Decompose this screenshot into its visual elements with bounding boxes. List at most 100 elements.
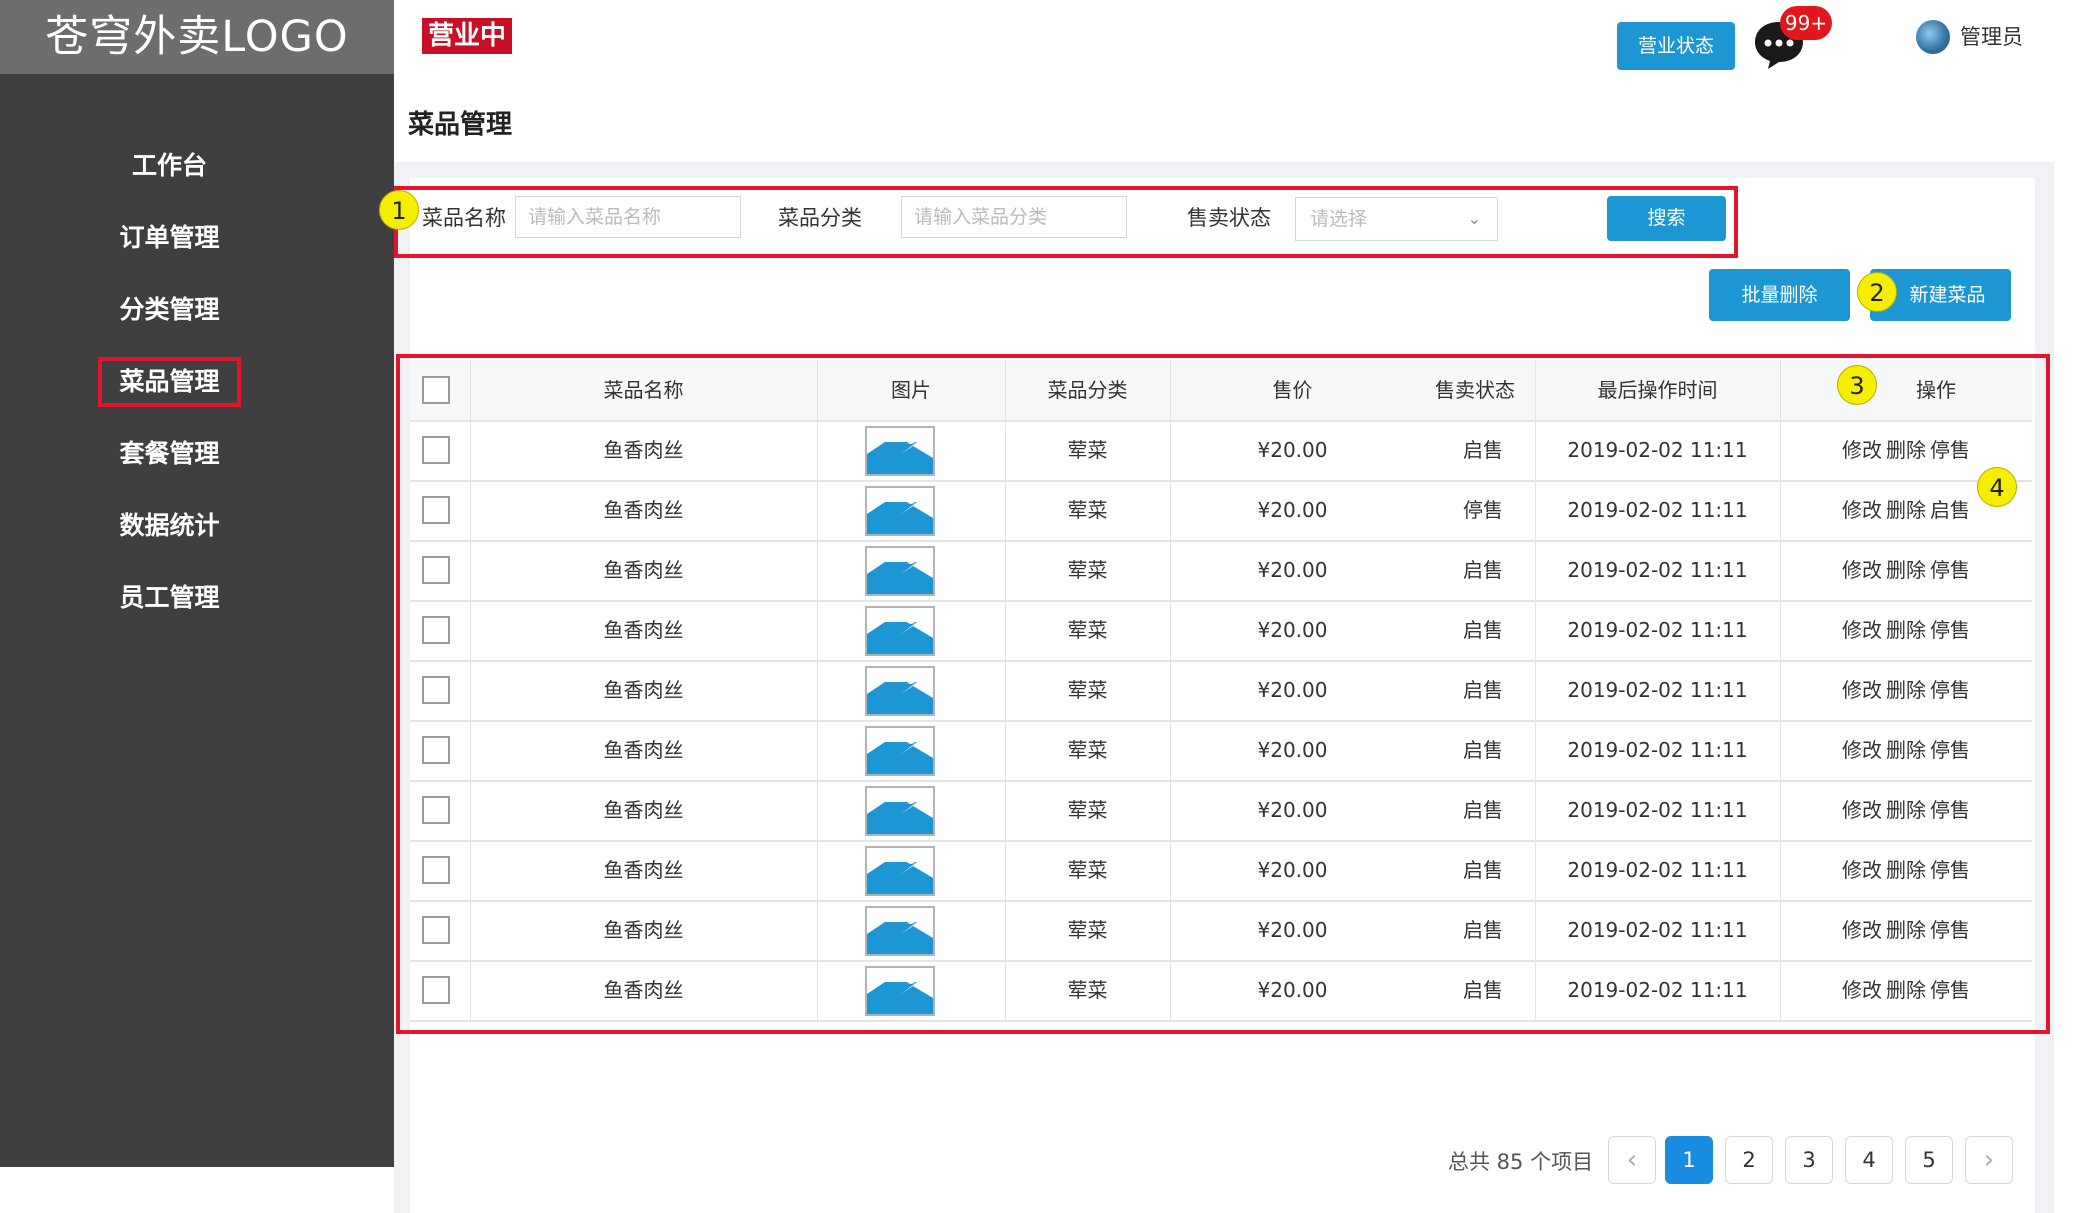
- page-5-button[interactable]: 5: [1905, 1136, 1953, 1184]
- edit-link[interactable]: 修改: [1842, 678, 1882, 702]
- edit-link[interactable]: 修改: [1842, 918, 1882, 942]
- row-checkbox[interactable]: [422, 616, 450, 644]
- price-cell: ¥20.00: [1257, 438, 1328, 462]
- toggle-sale-link[interactable]: 停售: [1930, 618, 1970, 642]
- delete-link[interactable]: 删除: [1886, 498, 1926, 522]
- row-checkbox[interactable]: [422, 556, 450, 584]
- actions-cell: 修改 删除 停售: [1780, 900, 2032, 960]
- toggle-sale-link[interactable]: 停售: [1930, 978, 1970, 1002]
- row-checkbox[interactable]: [422, 856, 450, 884]
- business-status-badge: 营业中: [422, 18, 513, 54]
- batch-delete-button[interactable]: 批量删除: [1709, 269, 1850, 321]
- row-checkbox[interactable]: [422, 736, 450, 764]
- delete-link[interactable]: 删除: [1886, 798, 1926, 822]
- sale-status-cell: 启售: [1463, 918, 1503, 942]
- dish-name-cell: 鱼香肉丝: [603, 678, 684, 702]
- row-checkbox[interactable]: [422, 676, 450, 704]
- last-modified-cell: 2019-02-02 11:11: [1567, 918, 1748, 942]
- row-checkbox[interactable]: [422, 496, 450, 524]
- toggle-sale-link[interactable]: 停售: [1930, 918, 1970, 942]
- last-modified-cell: 2019-02-02 11:11: [1567, 438, 1748, 462]
- row-checkbox[interactable]: [422, 976, 450, 1004]
- delete-link[interactable]: 删除: [1886, 858, 1926, 882]
- edit-link[interactable]: 修改: [1842, 618, 1882, 642]
- image-placeholder-icon: [865, 546, 935, 596]
- edit-link[interactable]: 修改: [1842, 558, 1882, 582]
- business-status-button[interactable]: 营业状态: [1617, 22, 1735, 70]
- sale-status-placeholder: 请选择: [1310, 208, 1368, 230]
- price-cell: ¥20.00: [1257, 498, 1328, 522]
- dish-category-input[interactable]: [901, 196, 1127, 238]
- row-checkbox[interactable]: [422, 916, 450, 944]
- sale-status-select[interactable]: 请选择 ⌄: [1295, 197, 1498, 241]
- user-name[interactable]: 管理员: [1960, 22, 2023, 52]
- sidebar-item-setmeals[interactable]: 套餐管理: [98, 429, 241, 479]
- table-row: 鱼香肉丝 荤菜 ¥20.00 启售 2019-02-02 11:11 修改 删除 停售: [410, 420, 2032, 482]
- sidebar-item-categories[interactable]: 分类管理: [98, 285, 241, 335]
- select-all-checkbox[interactable]: [422, 376, 450, 404]
- sale-status-cell: 启售: [1463, 978, 1503, 1002]
- delete-link[interactable]: 删除: [1886, 558, 1926, 582]
- last-modified-cell: 2019-02-02 11:11: [1567, 558, 1748, 582]
- delete-link[interactable]: 删除: [1886, 438, 1926, 462]
- delete-link[interactable]: 删除: [1886, 918, 1926, 942]
- edit-link[interactable]: 修改: [1842, 798, 1882, 822]
- actions-cell: 修改 删除 停售: [1780, 840, 2032, 900]
- table-row: 鱼香肉丝 荤菜 ¥20.00 停售 2019-02-02 11:11 修改 删除 启售: [410, 480, 2032, 542]
- delete-link[interactable]: 删除: [1886, 618, 1926, 642]
- toggle-sale-link[interactable]: 停售: [1930, 678, 1970, 702]
- edit-link[interactable]: 修改: [1842, 858, 1882, 882]
- table-row: 鱼香肉丝 荤菜 ¥20.00 启售 2019-02-02 11:11 修改 删除 停售: [410, 960, 2032, 1022]
- header-last-modified: 最后操作时间: [1597, 378, 1718, 402]
- sale-status-cell: 启售: [1463, 438, 1503, 462]
- category-cell: 荤菜: [1067, 918, 1108, 942]
- delete-link[interactable]: 删除: [1886, 738, 1926, 762]
- row-checkbox[interactable]: [422, 796, 450, 824]
- edit-link[interactable]: 修改: [1842, 978, 1882, 1002]
- table-row: 鱼香肉丝 荤菜 ¥20.00 启售 2019-02-02 11:11 修改 删除 停售: [410, 900, 2032, 962]
- delete-link[interactable]: 删除: [1886, 678, 1926, 702]
- toggle-sale-link[interactable]: 停售: [1930, 798, 1970, 822]
- edit-link[interactable]: 修改: [1842, 498, 1882, 522]
- dish-name-input[interactable]: [515, 196, 741, 238]
- search-button[interactable]: 搜索: [1607, 196, 1726, 241]
- sale-status-cell: 启售: [1463, 678, 1503, 702]
- row-checkbox[interactable]: [422, 436, 450, 464]
- table-row: 鱼香肉丝 荤菜 ¥20.00 启售 2019-02-02 11:11 修改 删除 停售: [410, 540, 2032, 602]
- price-cell: ¥20.00: [1257, 918, 1328, 942]
- table-row: 鱼香肉丝 荤菜 ¥20.00 启售 2019-02-02 11:11 修改 删除 停售: [410, 600, 2032, 662]
- page-3-button[interactable]: 3: [1785, 1136, 1833, 1184]
- actions-cell: 修改 删除 停售: [1780, 780, 2032, 840]
- edit-link[interactable]: 修改: [1842, 438, 1882, 462]
- last-modified-cell: 2019-02-02 11:11: [1567, 738, 1748, 762]
- column-divider: [1005, 360, 1006, 1020]
- price-cell: ¥20.00: [1257, 858, 1328, 882]
- toggle-sale-link[interactable]: 停售: [1930, 438, 1970, 462]
- prev-page-button[interactable]: ‹: [1608, 1136, 1656, 1184]
- delete-link[interactable]: 删除: [1886, 978, 1926, 1002]
- sidebar-item-statistics[interactable]: 数据统计: [98, 501, 241, 551]
- sidebar-item-employees[interactable]: 员工管理: [98, 573, 241, 623]
- last-modified-cell: 2019-02-02 11:11: [1567, 858, 1748, 882]
- page-2-button[interactable]: 2: [1725, 1136, 1773, 1184]
- avatar[interactable]: [1916, 20, 1950, 54]
- page-1-button[interactable]: 1: [1665, 1136, 1713, 1184]
- category-cell: 荤菜: [1067, 798, 1108, 822]
- header-sale-status: 售卖状态: [1435, 378, 1515, 402]
- page-4-button[interactable]: 4: [1845, 1136, 1893, 1184]
- sidebar-item-workbench[interactable]: 工作台: [98, 141, 241, 191]
- dish-name-cell: 鱼香肉丝: [603, 918, 684, 942]
- toggle-sale-link[interactable]: 停售: [1930, 558, 1970, 582]
- image-placeholder-icon: [865, 606, 935, 656]
- table-row: 鱼香肉丝 荤菜 ¥20.00 启售 2019-02-02 11:11 修改 删除 停售: [410, 780, 2032, 842]
- sidebar-item-dishes[interactable]: 菜品管理: [98, 357, 241, 407]
- toggle-sale-link[interactable]: 启售: [1930, 498, 1970, 522]
- toggle-sale-link[interactable]: 停售: [1930, 738, 1970, 762]
- table-row: 鱼香肉丝 荤菜 ¥20.00 启售 2019-02-02 11:11 修改 删除 停售: [410, 660, 2032, 722]
- next-page-button[interactable]: ›: [1965, 1136, 2013, 1184]
- edit-link[interactable]: 修改: [1842, 738, 1882, 762]
- dish-name-cell: 鱼香肉丝: [603, 618, 684, 642]
- toggle-sale-link[interactable]: 停售: [1930, 858, 1970, 882]
- column-divider: [470, 360, 471, 1020]
- sidebar-item-orders[interactable]: 订单管理: [98, 213, 241, 263]
